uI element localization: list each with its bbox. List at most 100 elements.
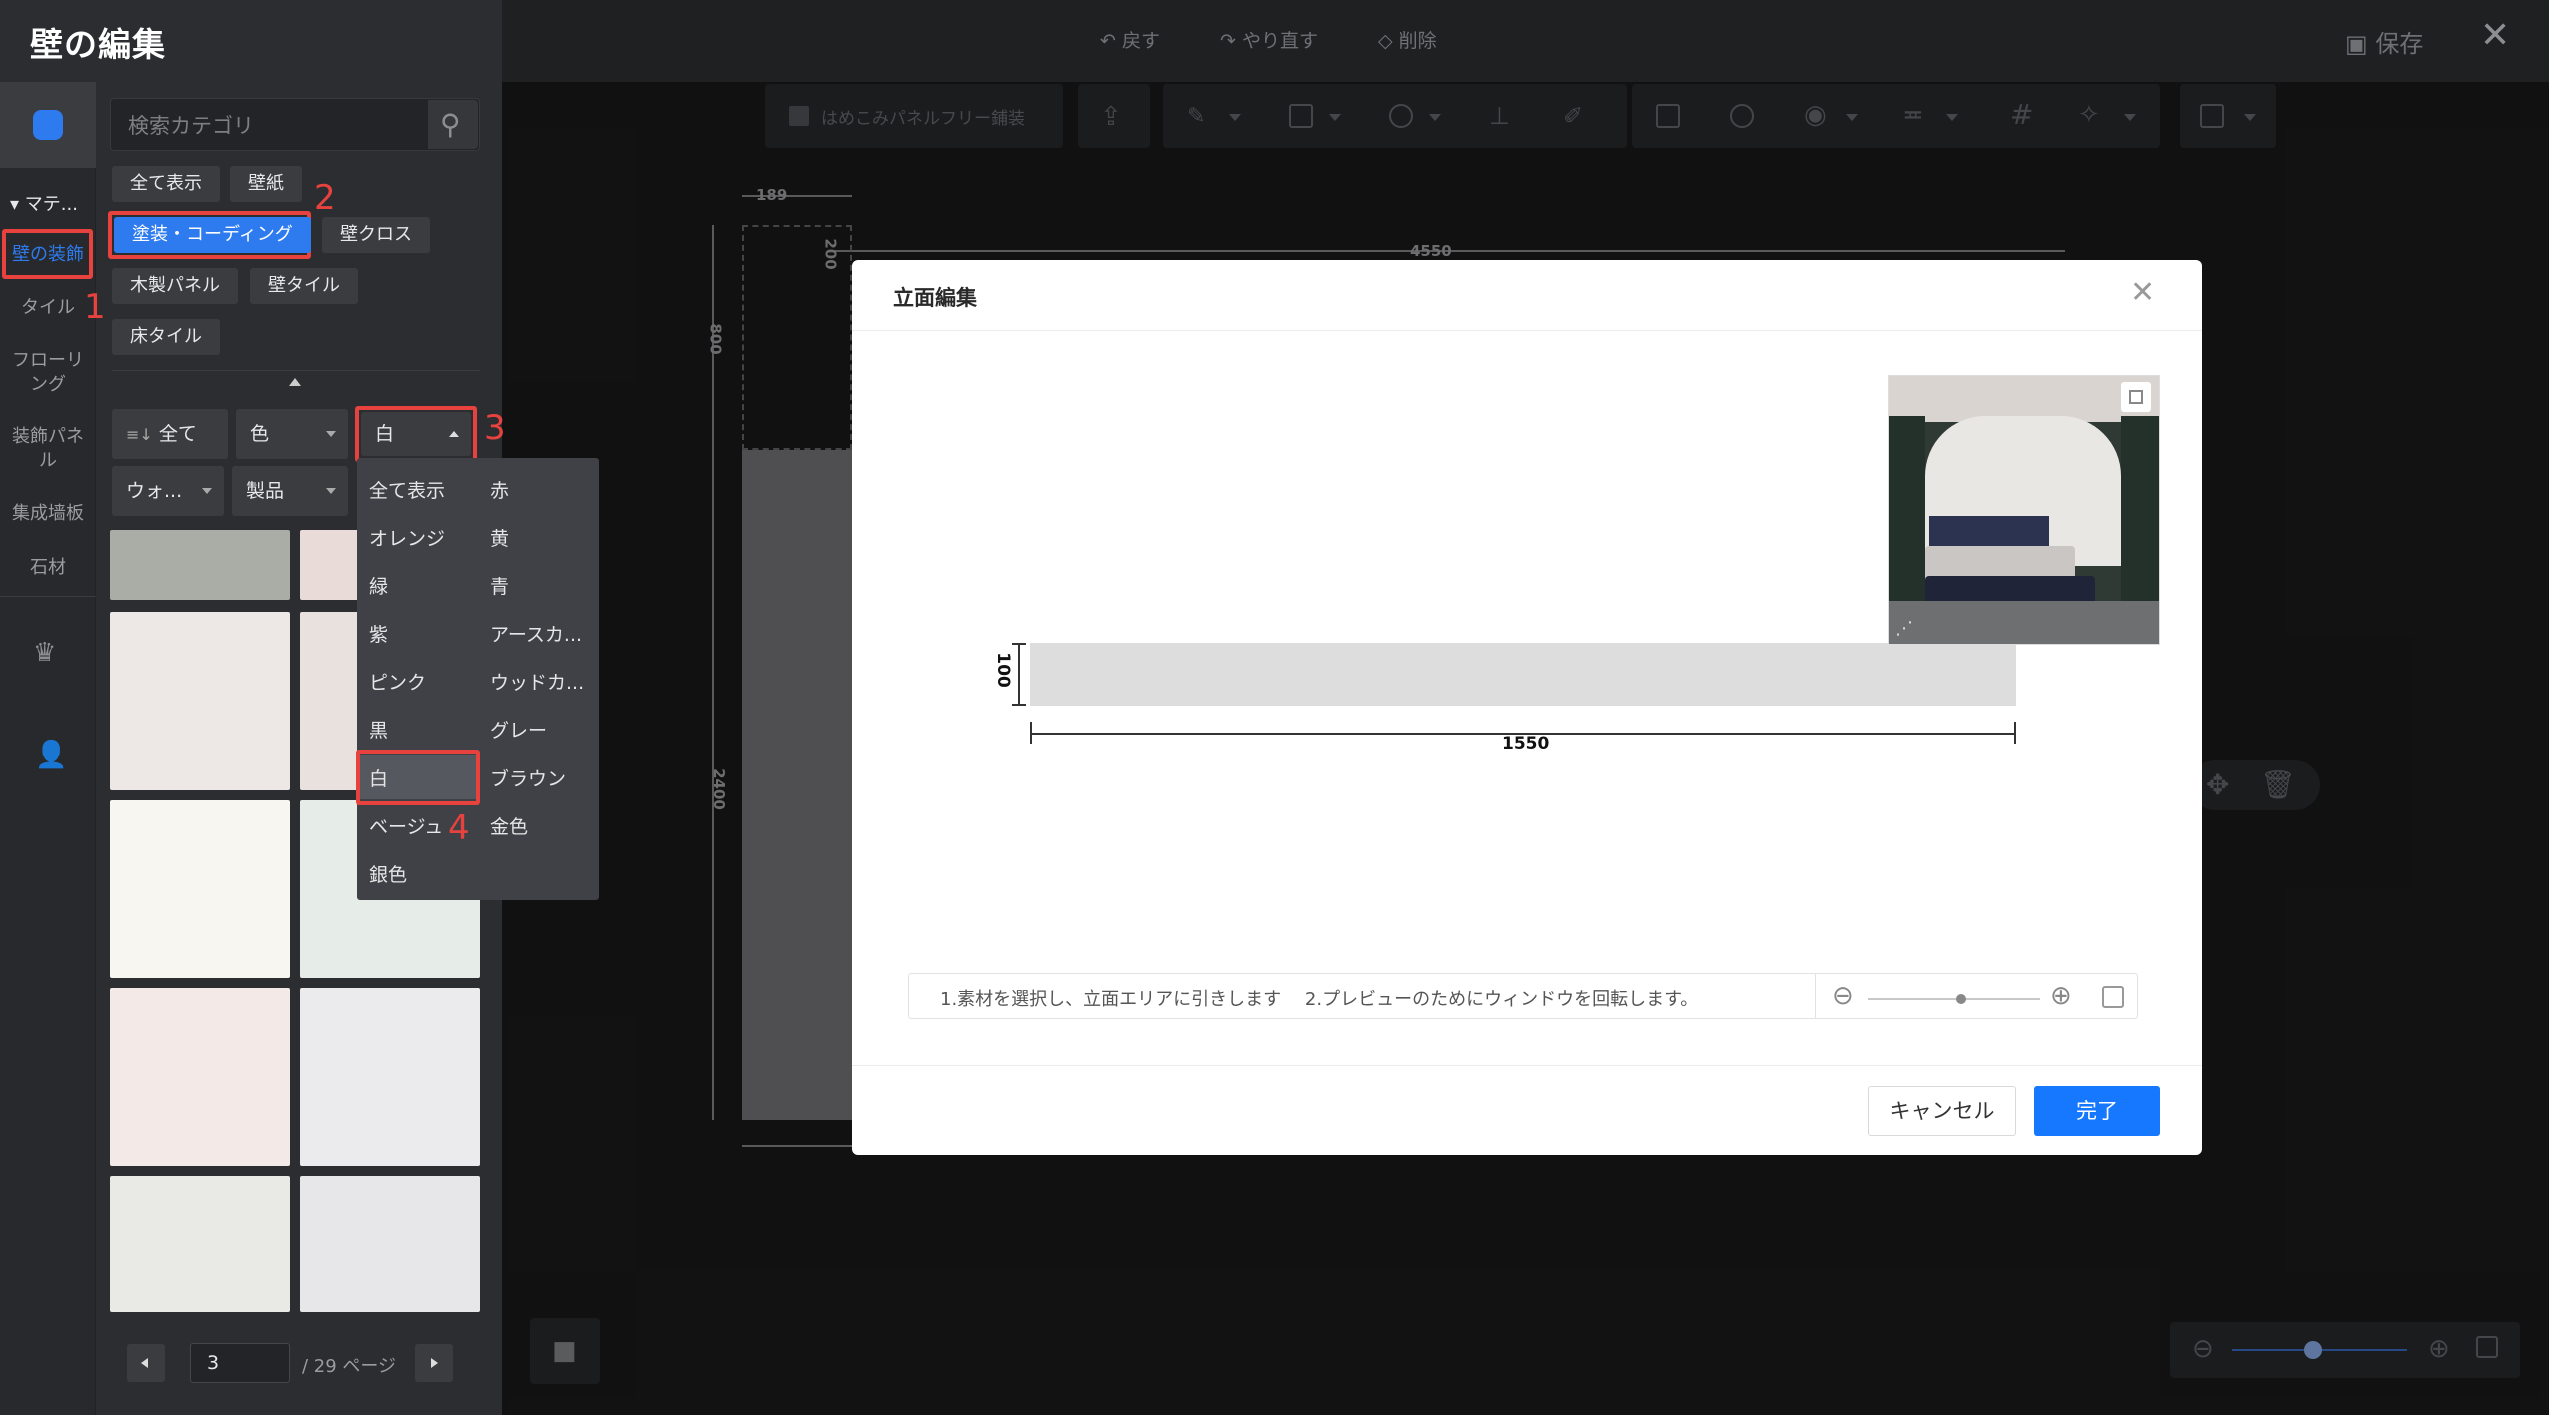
expand-preview-icon[interactable] [2121, 382, 2151, 412]
color-option[interactable]: 金色 [490, 812, 528, 839]
dim-width-label: 1550 [1502, 734, 1550, 754]
modal-zoom-thumb[interactable] [1956, 994, 1966, 1004]
save-button[interactable]: ▣ 保存 [2345, 24, 2423, 59]
color-option[interactable]: 赤 [490, 476, 509, 503]
chip-paint-coating[interactable]: 塗装・コーディング [114, 217, 311, 253]
top-bar [502, 0, 2549, 82]
sort-filter[interactable]: ≡↓ 全て [112, 409, 228, 459]
delete-button[interactable]: ◇ 削除 [1378, 26, 1437, 53]
cancel-button[interactable]: キャンセル [1868, 1086, 2016, 1136]
save-icon: ▣ [2345, 30, 2368, 58]
undo-button[interactable]: ↶ 戻す [1100, 26, 1160, 53]
eraser-icon: ◇ [1378, 30, 1393, 52]
material-swatch[interactable] [110, 800, 290, 978]
color-option[interactable]: ピンク [369, 668, 426, 695]
modal-divider [852, 1065, 2202, 1066]
rail-item-integrated-panel[interactable]: 集成墙板 [0, 502, 96, 526]
dim-line [1012, 643, 1026, 645]
room-preview[interactable]: ⋰ [1888, 375, 2160, 645]
chevron-down-icon [326, 431, 336, 437]
search-button[interactable]: ⚲ [428, 100, 478, 149]
dim-height-label: 100 [992, 652, 1013, 688]
color-option[interactable]: ブラウン [490, 764, 566, 791]
rail-item-flooring[interactable]: フローリング [8, 349, 88, 397]
modal-zoom-slider[interactable] [1868, 998, 2040, 1000]
color-option[interactable]: グレー [490, 716, 547, 743]
collapse-icon[interactable] [289, 378, 301, 386]
resize-handle-icon[interactable]: ⋰ [1895, 618, 1913, 639]
rail-material-tab[interactable] [0, 82, 96, 168]
color-filter[interactable]: 色 [236, 409, 348, 459]
material-swatch[interactable] [300, 1176, 480, 1312]
dim-line [1012, 704, 1026, 706]
close-icon[interactable]: ✕ [2130, 278, 2155, 308]
fit-view-icon[interactable] [2102, 986, 2124, 1008]
page-total: / 29 ページ [302, 1356, 397, 1377]
material-swatch[interactable] [110, 1176, 290, 1312]
modal-title: 立面編集 [893, 286, 977, 310]
dim-line [1030, 722, 1032, 744]
color-option[interactable]: アースカ... [490, 620, 582, 647]
redo-icon: ↷ [1220, 30, 1236, 52]
section-toggle[interactable]: ▾ マテ... [10, 190, 78, 216]
chip-wall-tile[interactable]: 壁タイル [250, 268, 358, 304]
search-icon: ⚲ [440, 108, 461, 141]
selected-color-dropdown[interactable]: 白 [361, 412, 471, 456]
chip-floor-tile[interactable]: 床タイル [112, 319, 220, 355]
close-editor-icon[interactable]: ✕ [2480, 18, 2510, 54]
chevron-down-icon [326, 488, 336, 494]
rail-item-deco-panel[interactable]: 装飾パネル [8, 425, 88, 473]
user-icon[interactable]: 👤 [35, 740, 67, 770]
floor [1889, 601, 2159, 644]
dim-line [2014, 722, 2016, 744]
rail-item-wall-deco[interactable]: 壁の装飾 [0, 243, 96, 267]
material-icon [33, 110, 63, 140]
right-wall [2121, 416, 2159, 616]
zoom-in-icon[interactable]: ⊕ [2050, 981, 2072, 1011]
panel-title: 壁の編集 [30, 25, 166, 64]
rail-item-stone[interactable]: 石材 [0, 556, 96, 580]
material-swatch[interactable] [110, 530, 290, 600]
zoom-out-icon[interactable]: ⊖ [1832, 981, 1854, 1011]
style-filter[interactable]: ウォ... [112, 466, 224, 516]
chevron-right-icon [431, 1358, 438, 1368]
color-option[interactable]: 黒 [369, 716, 388, 743]
chevron-left-icon [141, 1358, 148, 1368]
color-option[interactable]: 紫 [369, 620, 388, 647]
undo-icon: ↶ [1100, 30, 1116, 52]
crown-icon[interactable]: ♛ [33, 638, 56, 668]
chip-divider [112, 370, 480, 371]
chip-wall-cloth[interactable]: 壁クロス [322, 217, 430, 253]
dim-line [1018, 643, 1020, 706]
chip-wallpaper[interactable]: 壁紙 [230, 166, 302, 202]
chip-wood-panel[interactable]: 木製パネル [112, 268, 238, 304]
step-4-highlight [356, 750, 480, 805]
done-button[interactable]: 完了 [2034, 1086, 2160, 1136]
sort-icon: ≡↓ [126, 425, 153, 444]
color-option[interactable]: オレンジ [369, 524, 445, 551]
chevron-down-icon [202, 488, 212, 494]
color-option[interactable]: 全て表示 [369, 476, 445, 503]
material-swatch[interactable] [300, 988, 480, 1166]
color-option[interactable]: 青 [490, 572, 509, 599]
product-filter[interactable]: 製品 [232, 466, 348, 516]
elevation-strip[interactable] [1030, 643, 2016, 706]
page-number-input[interactable]: 3 [190, 1343, 290, 1383]
redo-button[interactable]: ↷ やり直す [1220, 26, 1318, 53]
next-page-button[interactable] [415, 1344, 453, 1382]
color-option[interactable]: 黄 [490, 524, 509, 551]
rail-item-tile[interactable]: タイル [0, 296, 96, 320]
rail-divider [0, 596, 96, 597]
prev-page-button[interactable] [127, 1344, 165, 1382]
color-option[interactable]: ベージュ [369, 812, 443, 839]
material-swatch[interactable] [110, 612, 290, 790]
chevron-up-icon [449, 431, 459, 437]
color-option[interactable]: ウッドカ... [490, 668, 584, 695]
color-option[interactable]: 緑 [369, 572, 388, 599]
search-placeholder: 検索カテゴリ [128, 114, 254, 138]
hint-text: 1.素材を選択し、立面エリアに引きします 2.プレビューのためにウィンドウを回転… [940, 989, 1699, 1010]
chip-all[interactable]: 全て表示 [112, 166, 220, 202]
material-swatch[interactable] [110, 988, 290, 1166]
color-option[interactable]: 銀色 [369, 860, 407, 887]
caret-down-icon: ▾ [10, 194, 20, 215]
